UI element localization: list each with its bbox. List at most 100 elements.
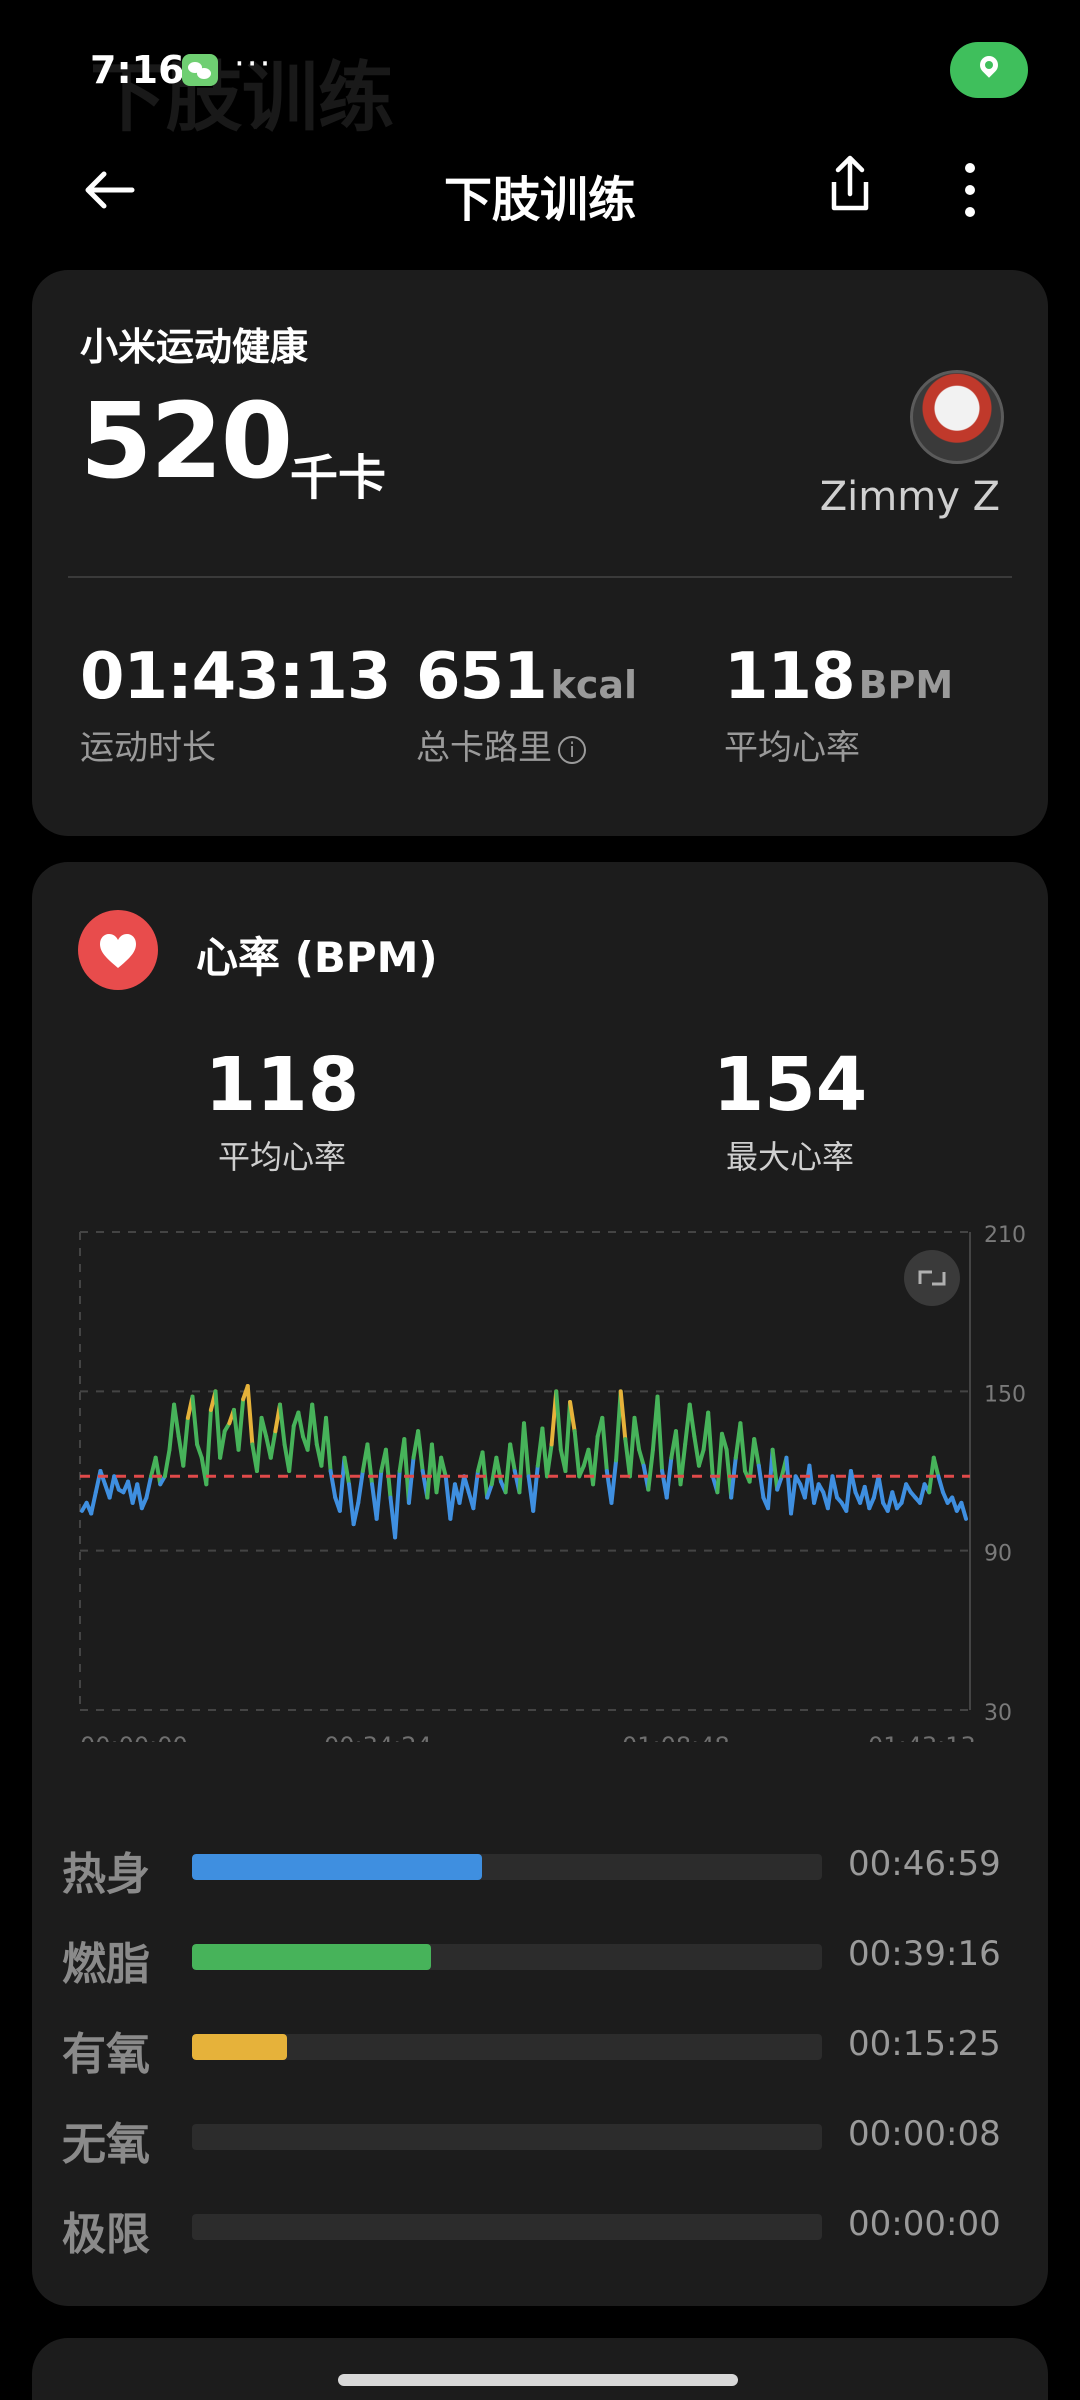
heart-rate-line-segment: [531, 1463, 540, 1513]
page-title: 下肢训练: [443, 172, 636, 228]
more-vertical-icon: [965, 163, 975, 217]
more-notifications-icon: ···: [234, 44, 273, 84]
x-tick-label: 00:00:00: [80, 1732, 188, 1742]
y-tick-label: 210: [984, 1223, 1026, 1248]
app-name: 小米运动健康: [80, 325, 309, 369]
zone-track: [192, 2124, 822, 2150]
location-indicator[interactable]: [950, 42, 1028, 98]
heart-rate-line-segment: [416, 1429, 425, 1473]
stat-value: 651: [416, 640, 548, 714]
divider: [68, 576, 1012, 578]
heart-rate-line-segment: [204, 1407, 213, 1487]
zone-row: 有氧 00:15:25: [32, 2012, 1048, 2080]
heart-rate-chart[interactable]: 210 150 90 30 00:00:00 00:34:24 01:08:48 01:43:…: [32, 1202, 1048, 1742]
heart-rate-line-segment: [664, 1455, 674, 1500]
expand-button[interactable]: [904, 1250, 960, 1306]
x-tick-label: 01:08:48: [622, 1732, 730, 1742]
heart-rate-line-segment: [310, 1402, 319, 1447]
heart-rate-line-segment: [213, 1389, 223, 1460]
heart-rate-line-segment: [439, 1455, 448, 1479]
stat-total-calories: 651 kcal 总卡路里 i: [416, 640, 637, 769]
status-time: 7:16: [90, 48, 185, 92]
info-icon[interactable]: i: [558, 735, 586, 764]
heart-rate-line-segment: [393, 1469, 402, 1540]
avg-heart-rate-label: 平均心率: [217, 1138, 346, 1176]
next-card: [32, 2338, 1048, 2400]
heart-rate-line-segment: [287, 1423, 296, 1473]
heart-rate-line-segment: [190, 1394, 200, 1447]
heart-rate-line-segment: [195, 1442, 204, 1460]
zone-time: 00:46:59: [848, 1844, 1001, 1884]
heart-rate-line-segment: [172, 1402, 181, 1439]
heart-rate-line-segment: [563, 1399, 573, 1473]
summary-card: 小米运动健康 520 千卡 Zimmy Z 01:43:13 运动时长 651 k…: [32, 270, 1048, 836]
heart-rate-line-segment: [406, 1455, 416, 1505]
heart-rate-line-segment: [236, 1397, 246, 1452]
stat-label: 平均心率: [724, 728, 860, 768]
heart-rate-line-segment: [462, 1474, 471, 1495]
heart-rate-line-segment: [135, 1482, 144, 1511]
heart-rate-line-segment: [752, 1437, 761, 1468]
heart-rate-line-segment: [848, 1469, 858, 1495]
heart-rate-line-segment: [144, 1474, 154, 1500]
zone-track: [192, 2034, 822, 2060]
heart-rate-line-segment: [687, 1402, 697, 1439]
heart-rate-line-segment: [153, 1455, 163, 1487]
heart-rate-line-segment: [268, 1429, 278, 1460]
heart-rate-line-segment: [365, 1442, 375, 1487]
zone-fill: [192, 1854, 482, 1880]
heart-rate-line-segment: [646, 1447, 655, 1492]
heart-rate-line-segment: [678, 1442, 688, 1487]
y-tick-label: 90: [984, 1542, 1012, 1567]
max-heart-rate: 154 最大心率: [660, 1042, 920, 1178]
heart-rate-line-segment: [637, 1447, 646, 1468]
stat-value: 118: [724, 640, 856, 714]
heart-rate-line-segment: [830, 1474, 840, 1500]
heart-rate-line-segment: [655, 1394, 665, 1473]
max-heart-rate-value: 154: [712, 1042, 868, 1128]
heart-rate-line-segment: [756, 1463, 766, 1500]
heart-rate-line-segment: [259, 1415, 269, 1439]
share-button[interactable]: [820, 150, 880, 220]
heart-rate-line-segment: [715, 1431, 724, 1495]
heart-rate-line-segment: [337, 1455, 347, 1513]
heart-rate-card: 心率 (BPM) 118 平均心率 154 最大心率 210 150 90 30 00:…: [32, 862, 1048, 2306]
heart-rate-line-segment: [554, 1389, 563, 1452]
heart-rate-line-segment: [789, 1474, 798, 1516]
more-button[interactable]: [955, 160, 985, 220]
heart-icon: [100, 934, 136, 968]
heart-rate-line-segment: [632, 1415, 642, 1452]
x-tick-label: 00:34:24: [324, 1732, 432, 1742]
heart-rate-line-segment: [545, 1442, 554, 1479]
avg-heart-rate: 118 平均心率: [152, 1042, 412, 1178]
heart-badge: [78, 910, 158, 990]
y-tick-label: 30: [984, 1701, 1012, 1726]
heart-rate-line-segment: [696, 1447, 706, 1468]
zone-track: [192, 1944, 822, 1970]
heart-rate-title: 心率 (BPM): [196, 933, 438, 982]
stat-unit: kcal: [550, 663, 638, 707]
avatar[interactable]: [910, 370, 1004, 464]
heart-rate-line-segment: [181, 1415, 190, 1468]
zone-row: 无氧 00:00:08: [32, 2102, 1048, 2170]
heart-rate-line-segment: [770, 1447, 780, 1492]
stat-average-heart-rate: 118 BPM 平均心率: [724, 640, 953, 769]
heart-rate-line-segment: [324, 1415, 333, 1473]
zone-label: 无氧: [62, 2119, 150, 2170]
heart-rate-line-segment: [807, 1463, 817, 1505]
zone-label: 有氧: [62, 2029, 150, 2080]
heart-rate-line-segment: [522, 1421, 531, 1479]
heart-rate-line-segment: [876, 1474, 886, 1505]
heart-rate-line-segment: [218, 1429, 227, 1460]
heart-rate-line-segment: [383, 1447, 393, 1500]
zone-time: 00:00:08: [848, 2114, 1001, 2154]
avg-heart-rate-value: 118: [204, 1042, 360, 1128]
heart-rate-line-segment: [112, 1474, 121, 1492]
stat-label: 总卡路里: [416, 728, 552, 768]
heart-rate-line-segment: [494, 1455, 503, 1484]
stat-unit: BPM: [858, 663, 954, 707]
zone-row: 极限 00:00:00: [32, 2192, 1048, 2260]
zone-time: 00:15:25: [848, 2024, 1001, 2064]
heart-rate-line-segment: [254, 1415, 264, 1473]
home-indicator[interactable]: [338, 2374, 738, 2386]
